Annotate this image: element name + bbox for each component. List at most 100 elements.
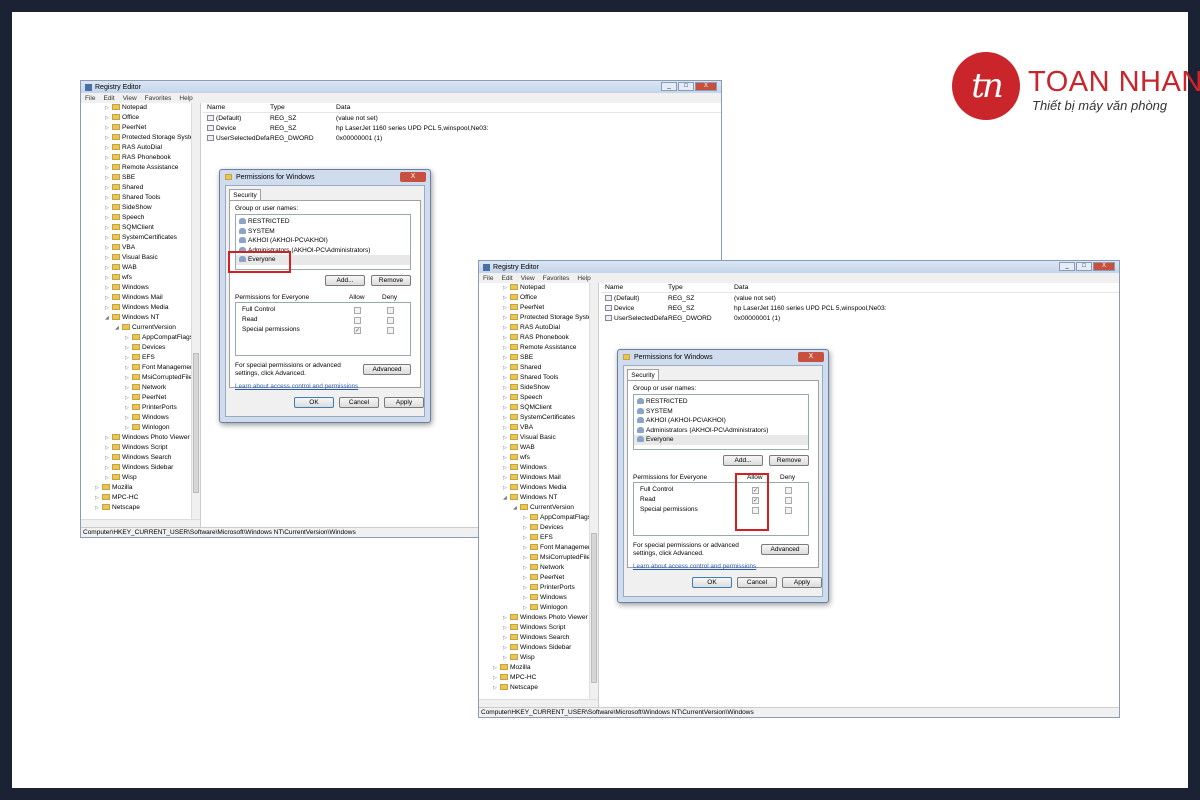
expand-arrow-icon[interactable]: ▷: [105, 253, 112, 263]
menu-help[interactable]: Help: [179, 95, 192, 102]
expand-arrow-icon[interactable]: ▷: [105, 263, 112, 273]
tree-item[interactable]: ▷ Wisp: [81, 473, 200, 483]
expand-arrow-icon[interactable]: ▷: [105, 123, 112, 133]
expand-arrow-icon[interactable]: ▷: [503, 483, 510, 493]
tree-item[interactable]: ▷ PeerNet: [479, 573, 598, 583]
expand-arrow-icon[interactable]: ▷: [503, 293, 510, 303]
tree-item[interactable]: ▷ VBA: [479, 423, 598, 433]
expand-arrow-icon[interactable]: ▷: [503, 303, 510, 313]
value-row[interactable]: Device REG_SZ hp LaserJet 1160 series UPD …: [601, 303, 1119, 313]
tree-item[interactable]: ▷ Protected Storage System Provider: [479, 313, 598, 323]
expand-arrow-icon[interactable]: ▷: [503, 623, 510, 633]
expand-arrow-icon[interactable]: ▷: [493, 673, 500, 683]
expand-arrow-icon[interactable]: ▷: [503, 313, 510, 323]
expand-arrow-icon[interactable]: ▷: [503, 633, 510, 643]
expand-arrow-icon[interactable]: ▷: [503, 463, 510, 473]
expand-arrow-icon[interactable]: ▷: [523, 563, 530, 573]
tree-item[interactable]: ▷ Office: [479, 293, 598, 303]
tree-item[interactable]: ▷ Windows Photo Viewer: [81, 433, 200, 443]
expand-arrow-icon[interactable]: ▷: [105, 173, 112, 183]
expand-arrow-icon[interactable]: ▷: [105, 293, 112, 303]
expand-arrow-icon[interactable]: ▷: [503, 283, 510, 293]
expand-arrow-icon[interactable]: ▷: [493, 663, 500, 673]
expand-arrow-icon[interactable]: ▷: [105, 223, 112, 233]
menu-edit[interactable]: Edit: [501, 275, 512, 282]
tree-item[interactable]: ▷ Windows Search: [81, 453, 200, 463]
tree-item[interactable]: ▷ Windows Script: [479, 623, 598, 633]
column-header-name[interactable]: Name: [601, 284, 668, 291]
expand-arrow-icon[interactable]: ▷: [125, 383, 132, 393]
menu-favorites[interactable]: Favorites: [145, 95, 172, 102]
user-list-item[interactable]: RESTRICTED: [236, 217, 410, 227]
expand-arrow-icon[interactable]: ▷: [125, 343, 132, 353]
column-header-data[interactable]: Data: [336, 104, 721, 111]
tree-item[interactable]: ▷ Windows Sidebar: [81, 463, 200, 473]
expand-arrow-icon[interactable]: ▷: [125, 363, 132, 373]
tree-horizontal-scrollbar[interactable]: [81, 519, 200, 527]
expand-arrow-icon[interactable]: ▷: [105, 233, 112, 243]
tree-item[interactable]: ◢ Windows NT: [81, 313, 200, 323]
tree-item[interactable]: ▷ SBE: [479, 353, 598, 363]
tree-item[interactable]: ◢ CurrentVersion: [81, 323, 200, 333]
expand-arrow-icon[interactable]: ▷: [493, 683, 500, 693]
tree-item[interactable]: ▷ Mozilla: [479, 663, 598, 673]
scrollbar-thumb[interactable]: [193, 353, 199, 493]
user-list-item[interactable]: Administrators (AKHOI-PC\Administrators): [634, 426, 808, 436]
tree-item[interactable]: ▷ Font Management: [479, 543, 598, 553]
expand-arrow-icon[interactable]: ▷: [105, 163, 112, 173]
expand-arrow-icon[interactable]: ▷: [105, 213, 112, 223]
expand-arrow-icon[interactable]: ▷: [105, 283, 112, 293]
tree-item[interactable]: ▷ SystemCertificates: [479, 413, 598, 423]
tree-item[interactable]: ◢ Windows NT: [479, 493, 598, 503]
expand-arrow-icon[interactable]: ▷: [503, 653, 510, 663]
tree-item[interactable]: ▷ Windows: [479, 593, 598, 603]
value-row[interactable]: Device REG_SZ hp LaserJet 1160 series UPD …: [203, 123, 721, 133]
expand-arrow-icon[interactable]: ▷: [523, 513, 530, 523]
tree-item[interactable]: ▷ SystemCertificates: [81, 233, 200, 243]
expand-arrow-icon[interactable]: ▷: [503, 423, 510, 433]
value-row[interactable]: (Default) REG_SZ (value not set): [203, 113, 721, 123]
menu-favorites[interactable]: Favorites: [543, 275, 570, 282]
expand-arrow-icon[interactable]: ▷: [105, 303, 112, 313]
expand-arrow-icon[interactable]: ▷: [503, 363, 510, 373]
deny-checkbox[interactable]: [387, 326, 394, 334]
expand-arrow-icon[interactable]: ▷: [125, 403, 132, 413]
add-button[interactable]: Add...: [723, 455, 763, 466]
tree-item[interactable]: ▷ Visual Basic: [81, 253, 200, 263]
expand-arrow-icon[interactable]: ▷: [105, 153, 112, 163]
value-row[interactable]: UserSelectedDefaultREG_DWORD 0x00000001 (…: [203, 133, 721, 143]
expand-arrow-icon[interactable]: ▷: [105, 133, 112, 143]
remove-button[interactable]: Remove: [769, 455, 809, 466]
cancel-button[interactable]: Cancel: [339, 397, 379, 408]
user-list-item[interactable]: Everyone: [634, 435, 808, 445]
tree-item[interactable]: ▷ Netscape: [81, 503, 200, 513]
tree-item[interactable]: ▷ RAS AutoDial: [81, 143, 200, 153]
expand-arrow-icon[interactable]: ▷: [105, 113, 112, 123]
minimize-button[interactable]: _: [1059, 262, 1075, 271]
value-row[interactable]: (Default) REG_SZ (value not set): [601, 293, 1119, 303]
allow-checkbox[interactable]: [354, 316, 361, 324]
expand-arrow-icon[interactable]: ▷: [503, 443, 510, 453]
deny-checkbox[interactable]: [387, 316, 394, 324]
expand-arrow-icon[interactable]: ▷: [503, 413, 510, 423]
column-header-type[interactable]: Type: [270, 104, 336, 111]
tree-item[interactable]: ▷ WAB: [81, 263, 200, 273]
tree-item[interactable]: ▷ RAS AutoDial: [479, 323, 598, 333]
expand-arrow-icon[interactable]: ▷: [125, 353, 132, 363]
deny-checkbox[interactable]: [387, 306, 394, 314]
remove-button[interactable]: Remove: [371, 275, 411, 286]
user-list-item[interactable]: RESTRICTED: [634, 397, 808, 407]
expand-arrow-icon[interactable]: ▷: [503, 343, 510, 353]
dialog-close-button[interactable]: X: [400, 172, 426, 182]
dialog-close-button[interactable]: X: [798, 352, 824, 362]
cancel-button[interactable]: Cancel: [737, 577, 777, 588]
tree-item[interactable]: ▷ PrinterPorts: [479, 583, 598, 593]
expand-arrow-icon[interactable]: ◢: [105, 313, 112, 323]
tree-item[interactable]: ▷ Windows: [81, 283, 200, 293]
tree-item[interactable]: ▷ Windows Script: [81, 443, 200, 453]
expand-arrow-icon[interactable]: ▷: [125, 413, 132, 423]
minimize-button[interactable]: _: [661, 82, 677, 91]
tree-item[interactable]: ▷ Notepad: [81, 103, 200, 113]
tree-item[interactable]: ▷ SQMClient: [81, 223, 200, 233]
tree-item[interactable]: ▷ wfs: [81, 273, 200, 283]
